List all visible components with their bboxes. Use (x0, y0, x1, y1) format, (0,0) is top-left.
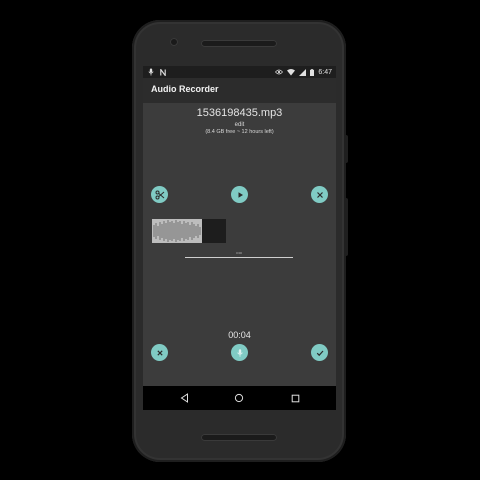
battery-icon (310, 68, 315, 76)
recording-filename: 1536198435.mp3 (196, 107, 283, 119)
cancel-icon (156, 349, 163, 356)
scissors-icon (155, 190, 164, 199)
edit-link[interactable]: edit (143, 122, 336, 128)
signal-icon (299, 68, 307, 76)
back-button[interactable] (178, 392, 190, 404)
status-time: 6:47 (318, 68, 332, 76)
power-button (344, 135, 348, 163)
waveform-lines (153, 220, 201, 242)
timeline-bar[interactable] (185, 257, 293, 258)
play-button[interactable] (231, 186, 248, 203)
home-button[interactable] (233, 392, 245, 404)
microphone-status-icon (148, 68, 154, 76)
microphone-icon (236, 348, 243, 357)
back-triangle-icon (180, 393, 188, 403)
eye-icon (275, 69, 284, 75)
timeline-label: 0:00 (236, 251, 242, 255)
screen: 6:47 Audio Recorder 1536198435.mp3 edit … (143, 66, 336, 410)
done-button[interactable] (311, 344, 328, 361)
record-button[interactable] (231, 344, 248, 361)
notification-n-icon (160, 68, 166, 76)
storage-info: (8.4 GB free ~ 12 hours left) (205, 129, 274, 135)
front-camera (170, 38, 178, 46)
wifi-icon (287, 68, 296, 75)
recents-square-icon (291, 394, 299, 402)
home-circle-icon (234, 393, 244, 403)
status-bar: 6:47 (143, 66, 336, 78)
close-button[interactable] (311, 186, 328, 203)
recents-button[interactable] (289, 392, 301, 404)
earpiece-speaker (201, 40, 277, 47)
navigation-bar (143, 386, 336, 410)
waveform-empty (202, 219, 226, 243)
waveform[interactable] (152, 219, 226, 243)
close-icon (316, 191, 323, 198)
elapsed-time: 00:04 (228, 330, 251, 340)
check-icon (316, 350, 323, 356)
play-icon (238, 191, 243, 198)
app-title: Audio Recorder (151, 84, 219, 94)
bottom-speaker (201, 434, 277, 441)
cancel-button[interactable] (151, 344, 168, 361)
app-bar: Audio Recorder (143, 78, 336, 103)
cut-button[interactable] (151, 186, 168, 203)
volume-button (344, 198, 348, 256)
